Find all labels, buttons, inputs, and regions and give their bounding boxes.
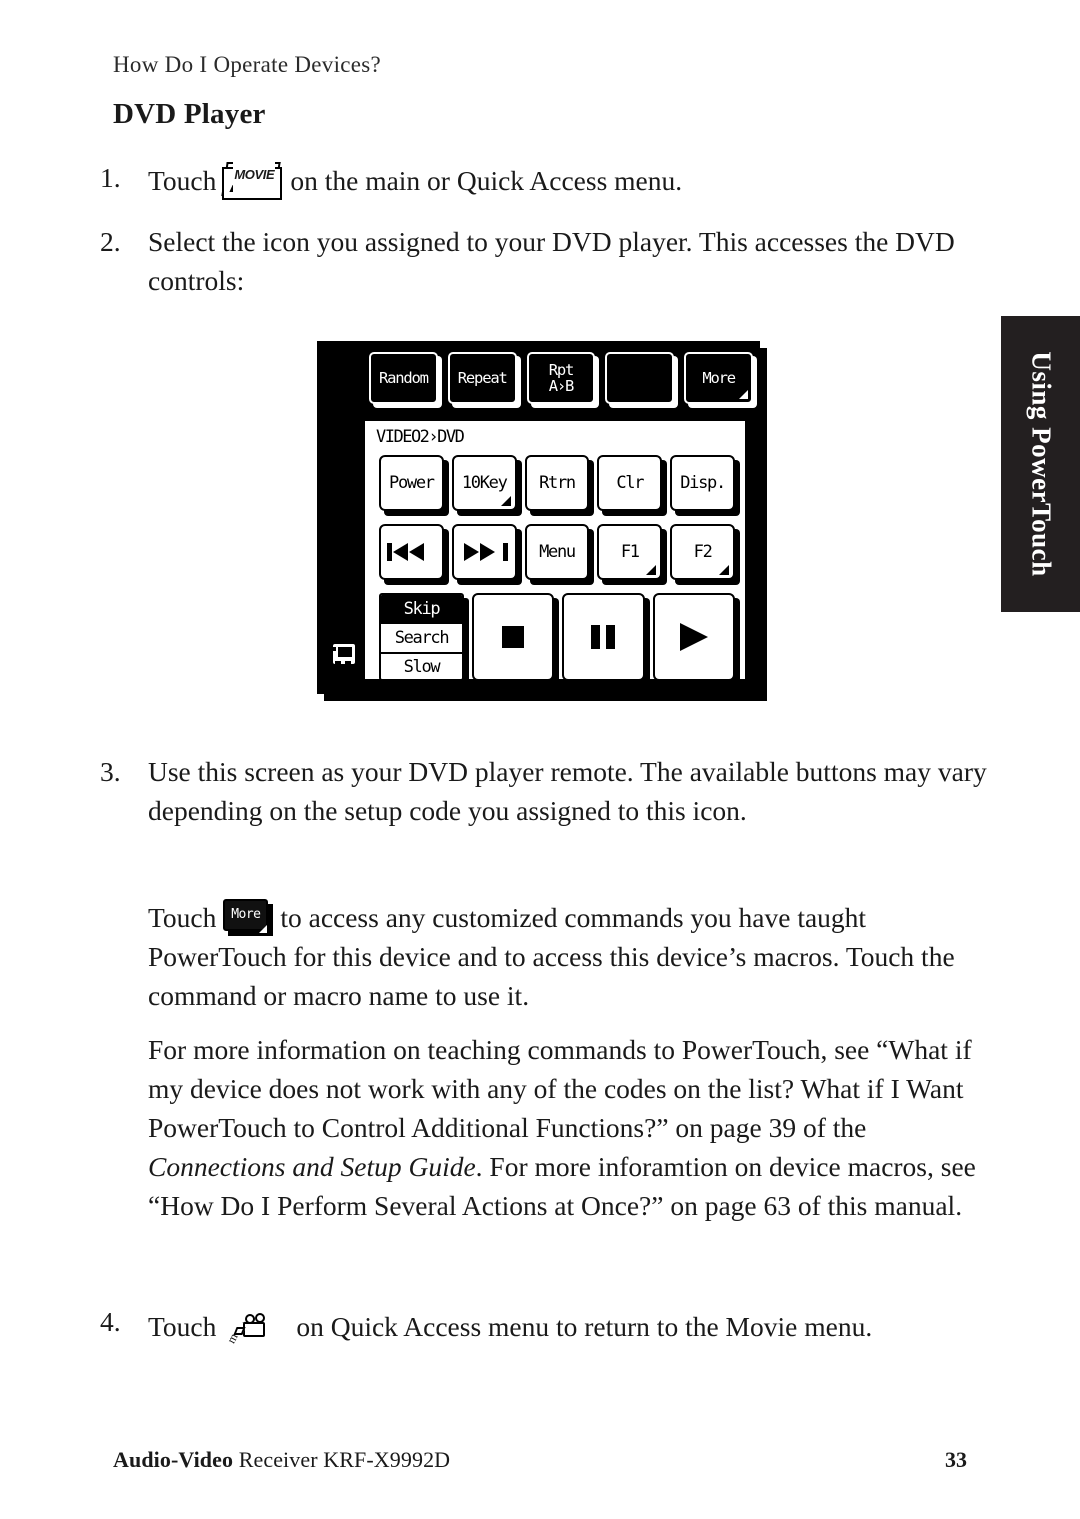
lcd-button-row-2: Menu F1 F2 bbox=[379, 524, 740, 585]
step-4-body: Touch m o v i e on Quick Access menu to … bbox=[148, 1302, 1000, 1348]
movie-icon-label: MOVIE bbox=[233, 155, 276, 194]
step-3-number: 3. bbox=[100, 756, 121, 787]
lcd-bezel: Random Repeat Rpt A›B More VIDEO2›DVD Po… bbox=[317, 341, 760, 694]
lcd-top-key-rpt-ab-label: Rpt A›B bbox=[526, 352, 596, 404]
lcd-key-10key[interactable]: 10Key bbox=[451, 455, 522, 516]
stop-icon bbox=[502, 626, 525, 648]
lcd-key-pause[interactable] bbox=[562, 593, 650, 686]
lcd-key-stop[interactable] bbox=[472, 593, 560, 686]
lcd-top-key-blank[interactable] bbox=[605, 352, 679, 408]
lcd-top-key-repeat[interactable]: Repeat bbox=[447, 352, 521, 408]
lcd-top-key-random[interactable]: Random bbox=[369, 352, 442, 408]
movie-button-icon: MOVIE bbox=[221, 155, 286, 202]
lcd-top-key-repeat-label: Repeat bbox=[447, 352, 517, 404]
step-1-number: 1. bbox=[100, 162, 121, 193]
info-paragraph-italic-title: Connections and Setup Guide bbox=[148, 1151, 476, 1182]
lcd-button-row-3: Skip Search Slow bbox=[379, 593, 740, 687]
submenu-corner-icon bbox=[718, 565, 729, 575]
lcd-key-clr[interactable]: Clr bbox=[597, 455, 668, 516]
step-3-text: Use this screen as your DVD player remot… bbox=[148, 756, 987, 826]
step-1-body: Touch MOVIE on the main or Quick Access … bbox=[148, 155, 1000, 202]
step-4-number: 4. bbox=[100, 1306, 121, 1337]
lcd-key-power[interactable]: Power bbox=[379, 455, 449, 516]
submenu-corner-icon bbox=[738, 390, 748, 399]
lcd-screen-title: VIDEO2›DVD bbox=[376, 427, 465, 447]
lcd-mode-selector[interactable]: Skip Search Slow bbox=[379, 593, 469, 686]
lcd-key-disp-label: Disp. bbox=[670, 455, 735, 511]
info-paragraph: For more information on teaching command… bbox=[148, 1030, 998, 1225]
step-2-number: 2. bbox=[100, 226, 121, 257]
lcd-button-grid: Power 10Key Rtrn Clr Disp. Menu F1 F2 Sk… bbox=[379, 455, 740, 687]
lcd-top-command-row: Random Repeat Rpt A›B More bbox=[369, 352, 757, 412]
lcd-top-key-more[interactable]: More bbox=[684, 352, 757, 408]
more-paragraph: Touch More to access any customized comm… bbox=[148, 898, 993, 1015]
lcd-button-row-1: Power 10Key Rtrn Clr Disp. bbox=[379, 455, 740, 516]
info-paragraph-part1: For more information on teaching command… bbox=[148, 1034, 972, 1143]
submenu-corner-icon bbox=[500, 496, 511, 506]
submenu-corner-icon bbox=[259, 925, 268, 933]
footer-book-title-bold: Audio-Video bbox=[113, 1447, 234, 1472]
lcd-key-menu[interactable]: Menu bbox=[524, 524, 595, 585]
side-tab-label: Using PowerTouch bbox=[1026, 351, 1056, 577]
lcd-top-key-random-label: Random bbox=[369, 352, 438, 404]
step-3: 3. Use this screen as your DVD player re… bbox=[100, 752, 995, 830]
step-2: 2. Select the icon you assigned to your … bbox=[100, 222, 995, 300]
lcd-inner-screen: VIDEO2›DVD Power 10Key Rtrn Clr Disp. Me… bbox=[363, 419, 747, 686]
device-screen-icon bbox=[331, 644, 357, 666]
lcd-key-clr-label: Clr bbox=[597, 455, 663, 511]
lcd-key-disp[interactable]: Disp. bbox=[670, 455, 740, 516]
side-tab: Using PowerTouch bbox=[1001, 316, 1080, 612]
page-number: 33 bbox=[945, 1447, 967, 1472]
submenu-corner-icon bbox=[646, 565, 657, 575]
more-button-icon: More bbox=[223, 899, 275, 937]
step-1: 1. Touch MOVIE on the main or Quick Acce… bbox=[100, 155, 1000, 202]
lcd-key-menu-label: Menu bbox=[524, 524, 590, 580]
quick-access-movie-icon: m o v i e bbox=[224, 1302, 288, 1348]
step-2-text: Select the icon you assigned to your DVD… bbox=[148, 226, 955, 296]
lcd-key-rtrn[interactable]: Rtrn bbox=[524, 455, 595, 516]
footer-book-title: Audio-Video Receiver KRF-X9992D bbox=[113, 1447, 450, 1473]
step-4-text-before: Touch bbox=[148, 1311, 217, 1342]
lcd-key-power-label: Power bbox=[379, 455, 444, 511]
lcd-mode-skip[interactable]: Skip bbox=[381, 595, 462, 625]
lcd-top-key-rpt-ab[interactable]: Rpt A›B bbox=[526, 352, 600, 408]
lcd-key-play[interactable] bbox=[652, 593, 740, 686]
more-paragraph-before: Touch bbox=[148, 902, 217, 933]
lcd-key-next-track[interactable] bbox=[451, 524, 522, 585]
lcd-mode-slow[interactable]: Slow bbox=[381, 654, 462, 679]
next-track-icon bbox=[460, 543, 509, 561]
lcd-top-key-blank-label bbox=[605, 352, 675, 404]
page-title: DVD Player bbox=[113, 98, 266, 130]
lcd-mode-search[interactable]: Search bbox=[381, 624, 462, 654]
step-1-text-before: Touch bbox=[148, 165, 217, 196]
step-4: 4. Touch m o v i e on Quick Access menu … bbox=[100, 1302, 1000, 1348]
play-icon bbox=[679, 623, 708, 651]
footer-book-title-rest: Receiver KRF-X9992D bbox=[233, 1447, 451, 1472]
prev-track-icon bbox=[387, 543, 435, 561]
pause-icon bbox=[591, 625, 616, 649]
lcd-key-rtrn-label: Rtrn bbox=[524, 455, 590, 511]
running-head: How Do I Operate Devices? bbox=[113, 52, 382, 77]
dvd-control-screen-illustration: Random Repeat Rpt A›B More VIDEO2›DVD Po… bbox=[317, 341, 769, 703]
lcd-key-previous-track[interactable] bbox=[379, 524, 449, 585]
lcd-key-f2[interactable]: F2 bbox=[670, 524, 740, 585]
step-1-text-after: on the main or Quick Access menu. bbox=[290, 165, 683, 196]
step-4-text-after: on Quick Access menu to return to the Mo… bbox=[296, 1311, 873, 1342]
lcd-key-f1[interactable]: F1 bbox=[597, 524, 668, 585]
